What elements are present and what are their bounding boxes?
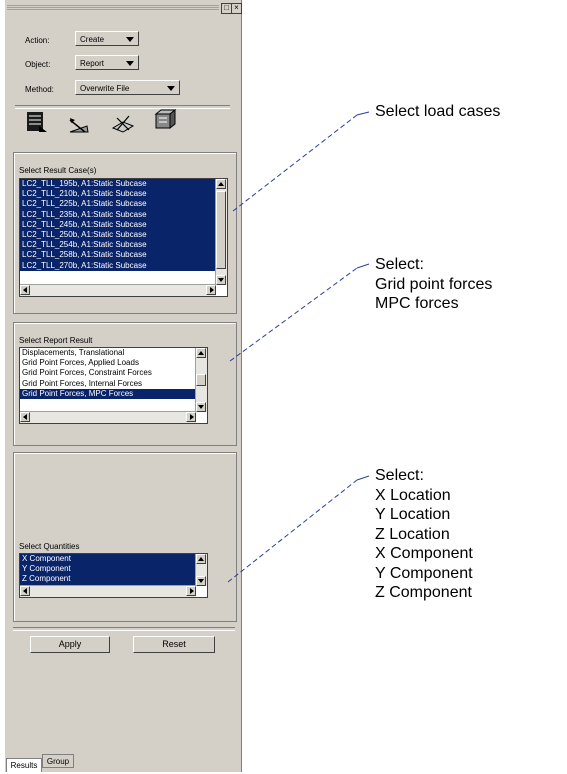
annotation-line-quantities bbox=[227, 479, 358, 583]
callout-line: Y Location bbox=[375, 506, 451, 523]
callout-line: X Component bbox=[375, 545, 473, 562]
callout-line: Grid point forces bbox=[375, 275, 493, 293]
callout-load-cases: Select load cases bbox=[375, 102, 500, 122]
callout-line: X Location bbox=[375, 486, 451, 504]
annotation-tick bbox=[356, 111, 370, 116]
callout-line: Z Component bbox=[375, 584, 472, 601]
callout-forces: Select: Grid point forces MPC forces bbox=[375, 255, 492, 314]
callout-line: Select load cases bbox=[375, 103, 501, 120]
callout-line: Select: bbox=[375, 467, 424, 484]
callout-line: Y Component bbox=[375, 564, 473, 582]
annotation-tick bbox=[356, 475, 370, 481]
callout-line: MPC forces bbox=[375, 295, 459, 312]
callout-line: Select: bbox=[375, 256, 424, 273]
callout-line: Z Location bbox=[375, 525, 450, 543]
annotation-line-load-cases bbox=[232, 114, 358, 212]
annotation-line-forces bbox=[229, 267, 358, 362]
callout-quantities: Select: X Location Y Location Z Location… bbox=[375, 466, 473, 603]
annotation-tick bbox=[356, 263, 370, 269]
